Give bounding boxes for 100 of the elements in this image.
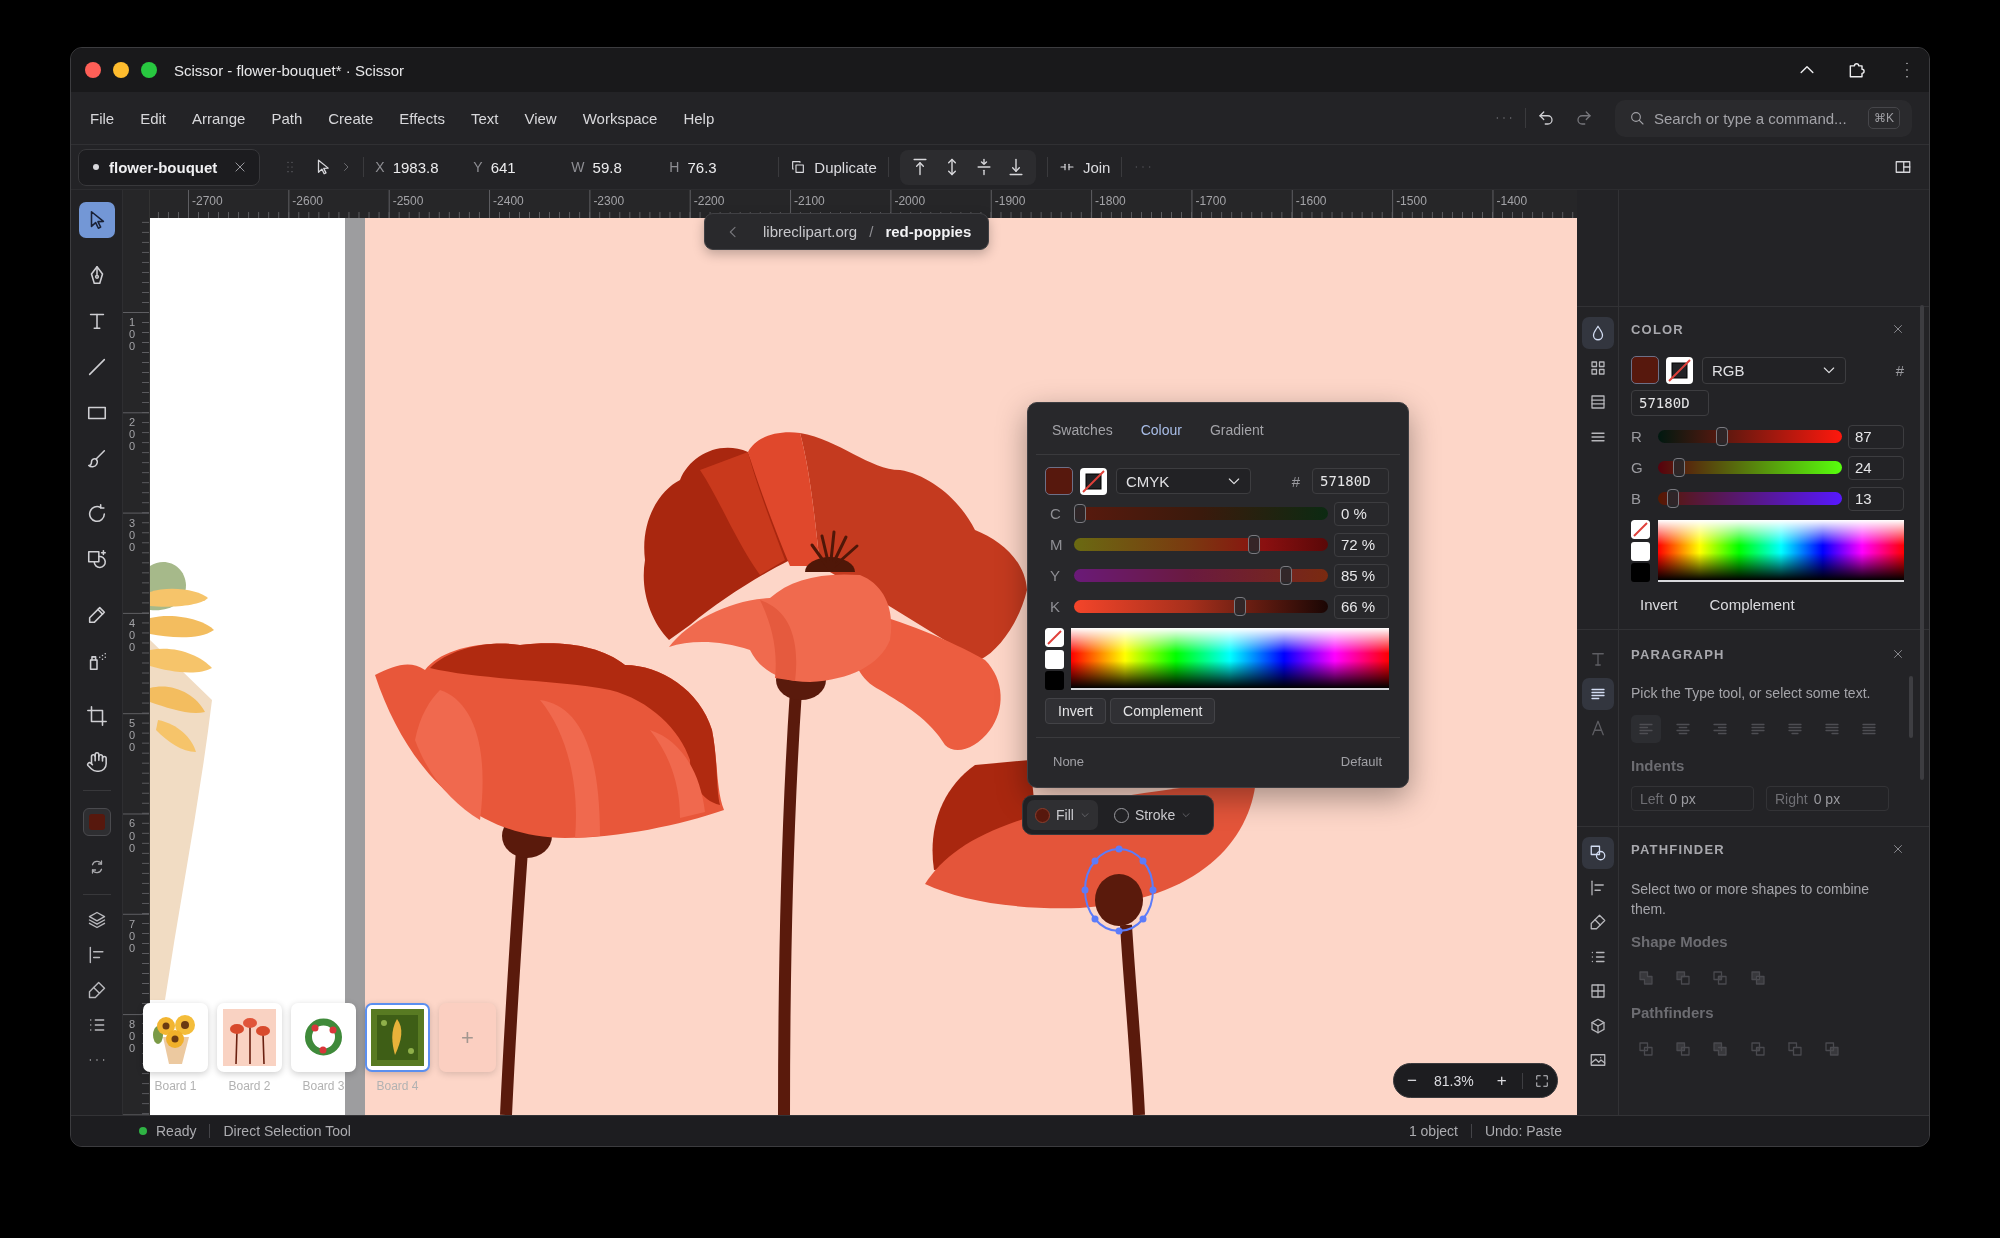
field-value[interactable]: 76.3 [687, 158, 717, 176]
selection-count: 1 object [1408, 1123, 1458, 1139]
none-swatch-icon[interactable] [1631, 520, 1650, 539]
close-icon[interactable] [1892, 648, 1904, 660]
ruler-label: -2000 [894, 194, 926, 208]
value-field[interactable]: 72 % [1334, 532, 1389, 557]
fill-stroke-tab[interactable]: Stroke [1105, 800, 1200, 830]
menu-item[interactable]: View [524, 109, 557, 127]
section-heading: Indents [1631, 756, 1686, 776]
fill-swatch-icon[interactable] [1045, 467, 1073, 495]
none-option[interactable]: None [1053, 753, 1085, 769]
fill-swatch-icon[interactable] [1631, 356, 1659, 384]
channel-slider[interactable] [1658, 461, 1842, 474]
value-field[interactable]: 13 [1848, 486, 1904, 511]
menu-item[interactable]: Arrange [192, 109, 246, 127]
field-value[interactable]: 59.8 [592, 158, 622, 176]
menu-item[interactable]: Text [470, 109, 499, 127]
fill-stroke-tab[interactable]: Fill [1027, 800, 1098, 830]
duplicate-icon [790, 159, 807, 175]
minimize-window-button[interactable] [113, 62, 129, 78]
value-field[interactable]: 87 [1848, 424, 1904, 449]
tool-button[interactable] [78, 202, 115, 238]
join-button[interactable]: Join [1058, 152, 1111, 182]
puzzle-piece-icon[interactable] [1847, 60, 1867, 80]
channel-slider[interactable] [1074, 538, 1328, 551]
layers-icon[interactable] [86, 910, 107, 930]
menu-item[interactable]: Path [271, 109, 303, 127]
stroke-swatch-icon[interactable] [1666, 356, 1693, 384]
zoom-in-button[interactable]: + [1491, 1068, 1512, 1093]
value-field[interactable]: 24 [1848, 455, 1904, 480]
hex-label: # [1895, 361, 1904, 379]
ruler-label: -1800 [1095, 194, 1126, 208]
slider-thumb[interactable] [1279, 566, 1292, 585]
document-tab[interactable]: flower-bouquet [78, 148, 261, 186]
channel-slider[interactable] [1074, 569, 1328, 582]
active-tool-label: Direct Selection Tool [223, 1123, 351, 1139]
breadcrumb-link[interactable]: libreclipart.org [763, 223, 858, 240]
zoom-out-button[interactable]: − [1402, 1068, 1422, 1093]
ruler-label: -1900 [994, 194, 1026, 208]
menu-item[interactable]: Effects [399, 109, 445, 127]
popup-tab[interactable]: Gradient [1209, 422, 1264, 438]
hex-field[interactable]: 57180D [1631, 390, 1709, 416]
stroke-swatch-icon[interactable] [1080, 467, 1107, 495]
slider-thumb[interactable] [1248, 535, 1261, 554]
eraser-icon[interactable] [86, 980, 107, 1000]
menu-item[interactable]: File [90, 109, 115, 127]
close-window-button[interactable] [85, 62, 101, 78]
complement-button[interactable]: Complement [1700, 592, 1804, 616]
menu-item[interactable]: Help [683, 109, 715, 127]
selection-outline[interactable] [1081, 845, 1157, 935]
color-model-dropdown[interactable]: CMYK [1116, 468, 1251, 494]
slider-thumb[interactable] [1666, 489, 1679, 508]
color-model-dropdown[interactable]: RGB [1702, 356, 1846, 384]
board-thumbnail[interactable] [365, 1003, 430, 1072]
fill-swatch-icon[interactable] [82, 808, 111, 836]
field-value[interactable]: 641 [490, 158, 516, 176]
zoom-window-button[interactable] [141, 62, 157, 78]
popup-tab[interactable]: Colour [1140, 422, 1182, 438]
undo-icon[interactable] [1537, 109, 1555, 127]
field-value[interactable]: 1983.8 [392, 158, 439, 176]
value-field[interactable]: 0 % [1334, 501, 1389, 526]
menu-item[interactable]: Create [328, 109, 374, 127]
invert-button[interactable]: Invert [1631, 592, 1687, 616]
close-icon[interactable] [1892, 323, 1904, 335]
menu-item[interactable]: Edit [140, 109, 167, 127]
color-spectrum[interactable] [1658, 520, 1904, 582]
swatch-icon[interactable] [1631, 541, 1650, 561]
invert-button[interactable]: Invert [1045, 698, 1106, 724]
close-icon[interactable] [1892, 843, 1904, 855]
default-option[interactable]: Default [1340, 753, 1382, 769]
ruler-label: 300 [129, 516, 136, 553]
search-field[interactable]: Search or type a command... ⌘K [1615, 99, 1912, 137]
channel-slider[interactable] [1074, 600, 1328, 613]
duplicate-button[interactable]: Duplicate [790, 152, 877, 182]
none-swatch-icon[interactable] [1045, 628, 1064, 647]
panel-tab[interactable] [1581, 317, 1614, 349]
channel-slider[interactable] [1658, 430, 1842, 443]
slider-thumb[interactable] [1673, 458, 1686, 477]
breadcrumb-current: red-poppies [885, 223, 972, 240]
complement-button[interactable]: Complement [1110, 698, 1216, 724]
slider-thumb[interactable] [1716, 427, 1729, 446]
color-spectrum[interactable] [1071, 628, 1389, 690]
hex-field[interactable]: 57180D [1312, 468, 1389, 494]
swatch-icon[interactable] [1045, 649, 1064, 669]
swatch-icon[interactable] [1631, 563, 1650, 582]
panel-layout-icon[interactable] [1894, 158, 1912, 176]
last-action-label: Undo: Paste [1484, 1123, 1562, 1139]
slider-thumb[interactable] [1233, 597, 1246, 616]
fullscreen-icon[interactable] [1534, 1073, 1549, 1088]
value-field[interactable]: 66 % [1334, 594, 1389, 619]
search-input[interactable]: Search or type a command... [1654, 107, 1868, 129]
channel-slider[interactable] [1074, 507, 1328, 520]
slider-thumb[interactable] [1074, 504, 1086, 523]
close-icon[interactable] [233, 160, 248, 174]
popup-tab[interactable]: Swatches [1052, 422, 1113, 438]
ruler-label: -1400 [1496, 194, 1528, 208]
value-field[interactable]: 85 % [1334, 563, 1389, 588]
menu-item[interactable]: Workspace [582, 109, 658, 127]
swatch-icon[interactable] [1045, 671, 1064, 690]
channel-slider[interactable] [1658, 492, 1842, 505]
